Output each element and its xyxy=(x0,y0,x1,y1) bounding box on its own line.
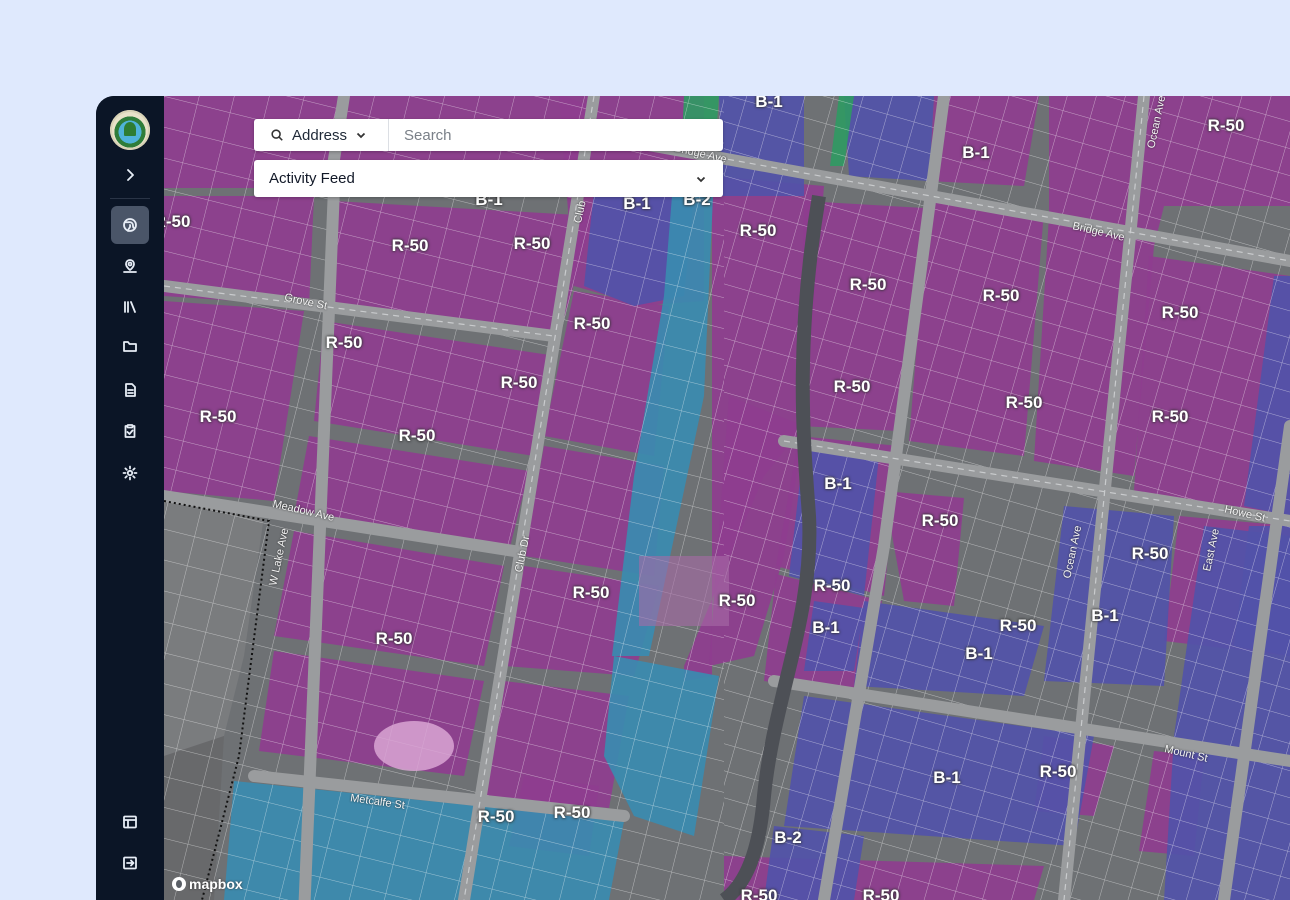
zoning-map[interactable]: R-50 R-50 R-50 R-50 R-50 R-50 R-50 R-50 … xyxy=(164,96,1290,900)
zone-label: B-1 xyxy=(623,194,651,213)
search-type-label: Address xyxy=(292,126,348,144)
activity-feed-dropdown[interactable]: Activity Feed xyxy=(254,160,723,197)
gear-icon xyxy=(122,465,138,481)
app-window: R-50 R-50 R-50 R-50 R-50 R-50 R-50 R-50 … xyxy=(96,96,1290,900)
sidebar-item-map-layers[interactable] xyxy=(111,206,149,244)
zone-label: R-50 xyxy=(982,286,1020,305)
sidebar xyxy=(96,96,164,900)
expand-sidebar-button[interactable] xyxy=(111,156,149,194)
sidebar-item-settings[interactable] xyxy=(111,454,149,492)
search-icon xyxy=(271,129,283,141)
sidebar-item-documents[interactable] xyxy=(111,371,149,409)
zone-label: R-50 xyxy=(500,373,538,392)
zone-label: R-50 xyxy=(199,407,237,426)
zone-label: R-50 xyxy=(513,234,551,253)
zone-label: R-50 xyxy=(398,426,436,445)
layout-icon xyxy=(123,815,137,829)
chevron-down-icon xyxy=(355,129,367,141)
zone-label: B-1 xyxy=(962,143,990,162)
zone-label: R-50 xyxy=(1161,303,1199,322)
chevron-down-icon xyxy=(696,176,706,182)
zone-label: R-50 xyxy=(1207,116,1245,135)
zone-label: R-50 xyxy=(1005,393,1043,412)
zone-label: B-1 xyxy=(812,618,840,637)
sidebar-item-location[interactable] xyxy=(111,247,149,285)
zone-label: R-50 xyxy=(718,591,756,610)
sidebar-divider xyxy=(110,198,150,199)
document-icon xyxy=(125,383,136,397)
zone-label: R-50 xyxy=(573,314,611,333)
search-input[interactable] xyxy=(389,125,723,145)
zone-label: R-50 xyxy=(1131,544,1169,563)
sidebar-item-layout[interactable] xyxy=(111,803,149,841)
mapbox-attribution[interactable]: mapbox xyxy=(172,876,243,892)
zone-label: R-50 xyxy=(739,221,777,240)
mapbox-label: mapbox xyxy=(189,876,243,892)
zone-label: R-50 xyxy=(391,236,429,255)
zone-label: R-50 xyxy=(1039,762,1077,781)
clipboard-check-icon xyxy=(124,424,136,438)
zone-label: B-1 xyxy=(965,644,993,663)
search-type-dropdown[interactable]: Address xyxy=(254,119,389,151)
zone-label: R-50 xyxy=(862,886,900,900)
sidebar-item-sign-out[interactable] xyxy=(111,844,149,882)
sidebar-item-tasks[interactable] xyxy=(111,412,149,450)
zone-label: R-50 xyxy=(849,275,887,294)
zone-label: R-50 xyxy=(1151,407,1189,426)
sidebar-item-folders[interactable] xyxy=(111,327,149,365)
mapbox-logo-icon xyxy=(172,877,186,891)
search-bar: Address xyxy=(254,119,723,151)
library-icon xyxy=(124,301,136,313)
zone-label: R-50 xyxy=(164,212,191,231)
folder-icon xyxy=(123,341,137,352)
chevron-right-icon xyxy=(127,169,134,181)
zone-label: R-50 xyxy=(999,616,1037,635)
zone-label: R-50 xyxy=(833,377,871,396)
globe-icon xyxy=(123,218,137,232)
zone-label: R-50 xyxy=(572,583,610,602)
zone-label: R-50 xyxy=(553,803,591,822)
zone-label: B-1 xyxy=(1091,606,1119,625)
zone-label: B-2 xyxy=(774,828,802,847)
zone-label: B-1 xyxy=(933,768,961,787)
zone-label: R-50 xyxy=(375,629,413,648)
city-seal-logo xyxy=(110,110,150,150)
zone-label: B-1 xyxy=(824,474,852,493)
map-canvas[interactable] xyxy=(164,96,1290,900)
zone-label: B-1 xyxy=(755,96,783,111)
user-pin-icon xyxy=(123,259,137,273)
sidebar-item-library[interactable] xyxy=(111,288,149,326)
activity-feed-label: Activity Feed xyxy=(269,170,355,187)
zone-label: R-50 xyxy=(813,576,851,595)
zone-label: R-50 xyxy=(325,333,363,352)
zone-label: R-50 xyxy=(740,886,778,900)
zone-label: R-50 xyxy=(921,511,959,530)
sign-out-icon xyxy=(123,856,137,870)
zone-label: R-50 xyxy=(477,807,515,826)
